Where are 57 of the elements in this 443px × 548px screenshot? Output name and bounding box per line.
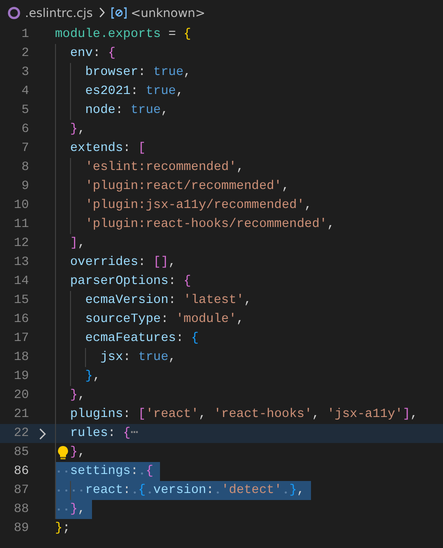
code-line: }, — [55, 443, 86, 462]
line-number: 86 — [14, 463, 29, 480]
code-line: sourceType: 'module', — [55, 310, 244, 329]
code-line: browser: true, — [55, 63, 192, 82]
line-number: 14 — [14, 273, 29, 290]
line-number: 6 — [21, 121, 29, 138]
line-number: 88 — [14, 501, 29, 518]
line-number: 89 — [14, 520, 29, 537]
line-number: 12 — [14, 235, 29, 252]
line-number: 4 — [21, 83, 29, 100]
code-line: 'eslint:recommended', — [55, 158, 244, 177]
breadcrumb-symbol[interactable]: <unknown> — [130, 6, 206, 20]
line-number: 11 — [14, 216, 29, 233]
line-number: 15 — [14, 292, 29, 309]
code-line: node: true, — [55, 101, 168, 120]
symbol-icon — [110, 6, 127, 20]
chevron-icon — [96, 6, 107, 19]
line-number: 17 — [14, 330, 29, 347]
code-line: extends: [ — [55, 139, 146, 158]
code-line: }, — [55, 386, 86, 405]
code-line: jsx: true, — [55, 348, 176, 367]
code-line: 'plugin:react/recommended', — [55, 177, 290, 196]
line-number: 2 — [21, 45, 29, 62]
code-line: }, — [55, 367, 100, 386]
line-number: 85 — [14, 444, 29, 461]
code-line: module.exports = { — [55, 26, 192, 43]
code-line: rules: {⋯ — [55, 424, 138, 443]
line-number: 13 — [14, 254, 29, 271]
line-number: 16 — [14, 311, 29, 328]
line-number: 5 — [21, 102, 29, 119]
code-line: }; — [55, 520, 70, 537]
line-number: 8 — [21, 159, 29, 176]
line-number: 21 — [14, 406, 29, 423]
code-line: 'plugin:react-hooks/recommended', — [55, 215, 335, 234]
line-number: 20 — [14, 387, 29, 404]
line-number: 10 — [14, 197, 29, 214]
line-number: 87 — [14, 482, 29, 499]
line-number: 9 — [21, 178, 29, 195]
line-number: 18 — [14, 349, 29, 366]
code-line: es2021: true, — [55, 82, 184, 101]
line-number: 3 — [21, 64, 29, 81]
line-number: 19 — [14, 368, 29, 385]
code-line: overrides: [], — [55, 253, 176, 272]
code-line: ecmaVersion: 'latest', — [55, 291, 252, 310]
lightbulb-icon[interactable] — [57, 445, 69, 460]
file-type-icon — [7, 6, 21, 20]
breadcrumb-file[interactable]: .eslintrc.cjs — [25, 6, 93, 20]
line-number: 22 — [14, 425, 29, 442]
code-line: ecmaFeatures: { — [55, 329, 199, 348]
line-number: 1 — [21, 26, 29, 43]
code-line: ], — [55, 234, 86, 253]
code-line: 'plugin:jsx-a11y/recommended', — [55, 196, 312, 215]
line-number: 7 — [21, 140, 29, 157]
code-line: plugins: ['react', 'react-hooks', 'jsx-a11y'], — [55, 405, 418, 424]
code-line: }, — [55, 120, 86, 139]
code-line: env: { — [55, 44, 116, 63]
code-line: parserOptions: { — [55, 272, 192, 291]
